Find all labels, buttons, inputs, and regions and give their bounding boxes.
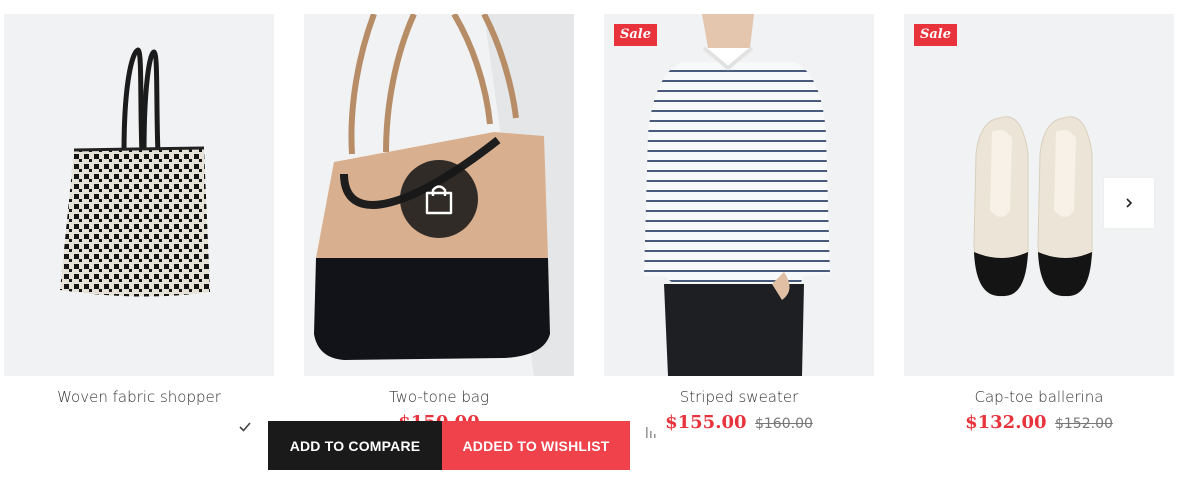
product-price: $132.00 <box>965 412 1047 433</box>
old-price: $160.00 <box>754 416 813 432</box>
product-image[interactable] <box>4 14 274 376</box>
sale-badge: Sale <box>914 24 958 46</box>
add-to-compare-button[interactable]: ADD TO COMPARE <box>268 421 442 470</box>
product-card: Woven fabric shopper <box>4 14 274 406</box>
product-image[interactable]: Sale <box>604 14 874 376</box>
product-name[interactable]: Woven fabric shopper <box>4 388 274 406</box>
product-action-bar: ADD TO COMPARE ADDED TO WISHLIST <box>268 421 630 470</box>
product-image[interactable] <box>304 14 574 376</box>
chevron-right-icon <box>1126 198 1133 208</box>
woven-shopper-image <box>4 14 274 376</box>
product-card: Sale Striped sweater $155.00 $160.00 <box>604 14 874 433</box>
old-price: $152.00 <box>1054 416 1113 432</box>
product-name[interactable]: Two-tone bag <box>304 388 574 406</box>
shopping-bag-icon <box>425 185 453 215</box>
product-name[interactable]: Striped sweater <box>604 388 874 406</box>
product-name[interactable]: Cap-toe ballerina <box>904 388 1174 406</box>
product-price: $155.00 <box>665 412 747 433</box>
check-icon <box>238 420 252 436</box>
sale-badge: Sale <box>614 24 658 46</box>
striped-sweater-image <box>604 14 874 376</box>
bar-chart-icon[interactable] <box>645 423 657 444</box>
added-to-wishlist-button[interactable]: ADDED TO WISHLIST <box>442 421 630 470</box>
price-row: $132.00 $152.00 <box>904 412 1174 433</box>
quick-add-button[interactable] <box>400 160 478 238</box>
product-card: Two-tone bag $150.00 <box>304 14 574 433</box>
carousel-next-button[interactable] <box>1104 178 1154 228</box>
